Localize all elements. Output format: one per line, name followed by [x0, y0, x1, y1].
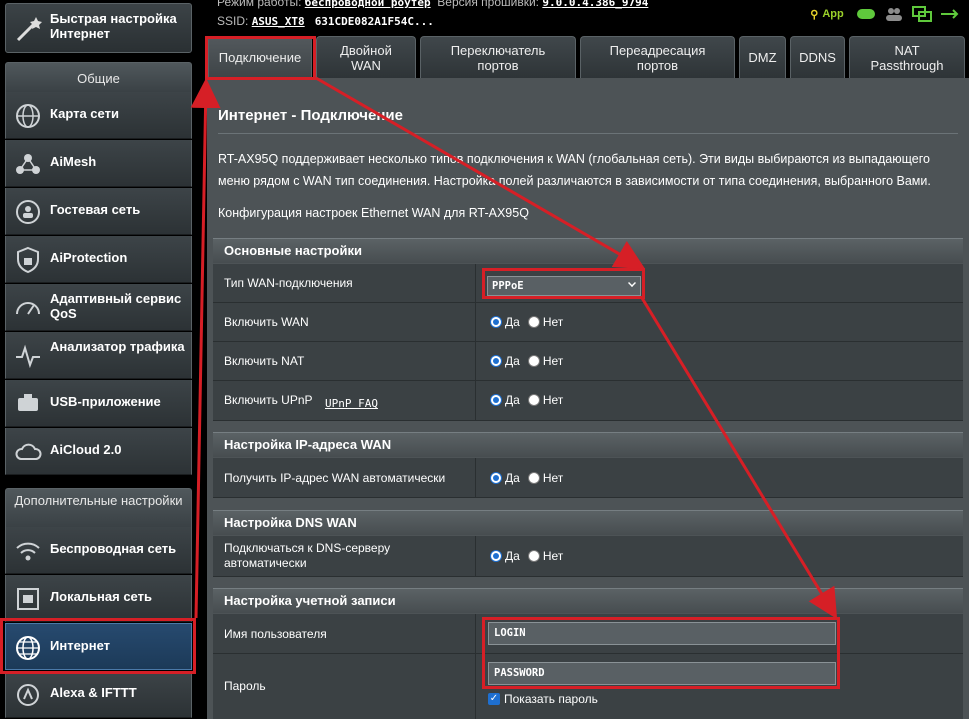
mode-info: Режим работы: беспроводной роутер Версия… — [217, 0, 648, 9]
tab-port-forwarding[interactable]: Переадресация портов — [580, 36, 735, 78]
tab-dmz[interactable]: DMZ — [739, 36, 786, 78]
title-divider — [218, 133, 958, 134]
config-caption: Конфигурация настроек Ethernet WAN для R… — [218, 206, 529, 220]
ssid-info: SSID: ASUS_XT8 631CDE082A1F54C... — [217, 14, 434, 28]
enable-nat-no[interactable]: Нет — [527, 354, 563, 368]
quick-setup-button[interactable]: Быстрая настройка Интернет — [5, 3, 192, 53]
wifi-icon — [16, 542, 40, 561]
upnp-faq-link[interactable]: UPnP FAQ — [325, 397, 378, 410]
firmware-link[interactable]: 9.0.0.4.386_9794 — [542, 0, 648, 9]
row-enable-nat: Включить NAT Да Нет — [213, 342, 963, 381]
sidebar-item-aicloud[interactable]: AiCloud 2.0 — [5, 428, 192, 475]
tab-ddns[interactable]: DDNS — [790, 36, 845, 78]
usb-puzzle-icon — [18, 394, 38, 411]
ssid-link-2[interactable]: 631CDE082A1F54C... — [315, 15, 434, 28]
enable-wan-no[interactable]: Нет — [527, 315, 563, 329]
row-enable-wan: Включить WAN Да Нет — [213, 303, 963, 342]
ssid-link-1[interactable]: ASUS_XT8 — [252, 15, 305, 28]
tab-dual-wan[interactable]: Двойной WAN — [316, 36, 416, 78]
sidebar-item-internet[interactable]: Интернет — [5, 623, 192, 670]
advanced-header: Дополнительные настройки — [5, 488, 192, 528]
enable-upnp-yes[interactable]: Да — [490, 393, 520, 407]
app-icon[interactable]: ⚲ App — [805, 4, 849, 24]
lan-port-icon — [17, 588, 39, 610]
wan-type-select[interactable]: PPPoE — [487, 276, 641, 296]
sidebar-item-alexa-ifttt[interactable]: Alexa & IFTTT — [5, 671, 192, 718]
chevron-down-icon — [628, 279, 636, 287]
sidebar-item-aimesh[interactable]: AiMesh — [5, 140, 192, 187]
tab-nat-passthrough[interactable]: NAT Passthrough — [849, 36, 965, 78]
sidebar-item-qos[interactable]: Адаптивный сервис QoS — [5, 284, 192, 331]
sidebar-item-network-map[interactable]: Карта сети — [5, 92, 192, 139]
mode-link[interactable]: беспроводной роутер — [305, 0, 431, 9]
password-input[interactable]: PASSWORD — [488, 662, 836, 685]
page-description: RT-AX95Q поддерживает несколько типов по… — [218, 152, 931, 188]
page-title: Интернет - Подключение — [218, 107, 403, 124]
row-dns-auto: Подключаться к DNS-серверу автоматически… — [213, 536, 963, 577]
sidebar-item-lan[interactable]: Локальная сеть — [5, 575, 192, 622]
dns-auto-yes[interactable]: Да — [490, 549, 520, 563]
group-wan-ip: Настройка IP-адреса WAN — [213, 432, 963, 457]
guest-globe-icon — [16, 200, 40, 224]
shield-lock-icon — [17, 246, 39, 274]
top-status-icons: ⚲ App — [805, 4, 961, 24]
group-dns-wan: Настройка DNS WAN — [213, 510, 963, 535]
show-password-checkbox[interactable]: ✓ Показать пароль — [488, 692, 598, 706]
alexa-icon — [17, 684, 39, 706]
enable-nat-yes[interactable]: Да — [490, 354, 520, 368]
usb-icon[interactable] — [939, 4, 961, 24]
checkmark-icon: ✓ — [488, 693, 500, 705]
tab-port-switch[interactable]: Переключатель портов — [420, 36, 576, 78]
mesh-icon — [16, 154, 40, 174]
cloud-icon — [15, 443, 42, 460]
auto-ip-yes[interactable]: Да — [490, 471, 520, 485]
tab-connection[interactable]: Подключение — [208, 36, 312, 78]
gauge-icon — [16, 302, 40, 315]
internet-globe-icon — [16, 636, 40, 660]
gamepad-icon[interactable] — [855, 4, 877, 24]
router-admin-page: { "topbar": { "mode_label": "Режим работ… — [0, 0, 969, 719]
sidebar-item-guest-network[interactable]: Гостевая сеть — [5, 188, 192, 235]
main-panel: Интернет - Подключение RT-AX95Q поддержи… — [207, 78, 969, 719]
group-basic-settings: Основные настройки — [213, 238, 963, 263]
sidebar-item-aiprotection[interactable]: AiProtection — [5, 236, 192, 283]
sidebar-item-usb[interactable]: USB-приложение — [5, 380, 192, 427]
row-auto-ip: Получить IP-адрес WAN автоматически Да Не… — [213, 458, 963, 498]
enable-upnp-no[interactable]: Нет — [527, 393, 563, 407]
pulse-icon — [16, 344, 40, 369]
users-icon[interactable] — [883, 4, 905, 24]
dns-auto-no[interactable]: Нет — [527, 549, 563, 563]
globe-icon — [16, 104, 40, 128]
general-header: Общие — [5, 62, 192, 93]
wand-icon — [16, 17, 42, 42]
enable-wan-yes[interactable]: Да — [490, 315, 520, 329]
sidebar-item-wireless[interactable]: Беспроводная сеть — [5, 527, 192, 574]
group-account: Настройка учетной записи — [213, 588, 963, 613]
internet-status-icon[interactable] — [911, 4, 933, 24]
username-input[interactable]: LOGIN — [488, 622, 836, 645]
auto-ip-no[interactable]: Нет — [527, 471, 563, 485]
sidebar-item-traffic-analyzer[interactable]: Анализатор трафика — [5, 332, 192, 379]
